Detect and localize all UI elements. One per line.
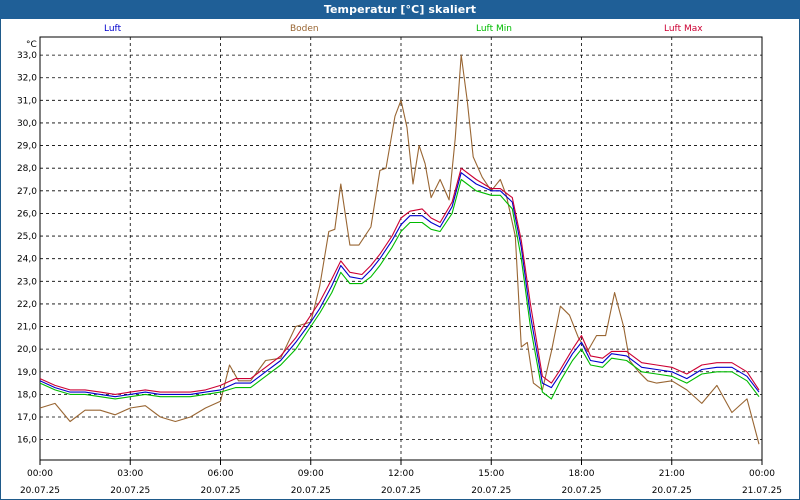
x-tick-date: 20.07.25 [471,486,511,496]
y-tick-label: 28,0 [17,164,37,174]
series-line-luft-min [39,178,760,400]
x-tick-date: 20.07.25 [291,486,331,496]
y-tick-label: 27,0 [17,187,37,197]
tick-labels: 16,0 17,0 18,0 19,0 20,0 21,0 22,0 23,0 24,0 25,0… [17,40,782,496]
y-tick-label: 22,0 [17,300,37,310]
y-tick-label: 26,0 [17,209,37,219]
y-tick-label: 25,0 [17,232,37,242]
x-tick-time: 12:00 [388,469,414,479]
y-tick-label: 31,0 [17,96,37,106]
x-tick-date: 21.07.25 [742,486,782,496]
y-tick-label: 19,0 [17,368,37,378]
x-tick-date: 20.07.25 [200,486,240,496]
x-tick-time: 09:00 [298,469,324,479]
y-tick-label: 20,0 [17,345,37,355]
x-tick-time: 03:00 [117,469,143,479]
x-tick-date: 20.07.25 [20,486,60,496]
x-tick-date: 20.07.25 [381,486,421,496]
x-tick-time: 15:00 [478,469,504,479]
y-tick-label: 32,0 [17,74,37,84]
y-tick-label: 24,0 [17,255,37,265]
y-unit-label: °C [26,40,37,50]
y-tick-label: 21,0 [17,323,37,333]
series-group [39,54,760,445]
x-tick-time: 00:00 [749,469,775,479]
x-tick-date: 20.07.25 [110,486,150,496]
series-line-luft [39,172,760,398]
temperature-chart: 16,0 17,0 18,0 19,0 20,0 21,0 22,0 23,0 24,0 25,0… [17,36,782,496]
x-tick-date: 20.07.25 [652,486,692,496]
x-tick-time: 00:00 [27,469,53,479]
y-tick-label: 17,0 [17,413,37,423]
x-tick-time: 21:00 [659,469,685,479]
y-tick-label: 18,0 [17,390,37,400]
y-tick-label: 29,0 [17,142,37,152]
x-tick-date: 20.07.25 [561,486,601,496]
y-tick-label: 16,0 [17,436,37,446]
series-line-boden [39,54,760,445]
x-tick-time: 06:00 [208,469,234,479]
y-tick-label: 30,0 [17,119,37,129]
x-tick-time: 18:00 [569,469,595,479]
y-tick-label: 23,0 [17,277,37,287]
y-tick-label: 33,0 [17,51,37,61]
series-line-luft-max [39,167,760,395]
